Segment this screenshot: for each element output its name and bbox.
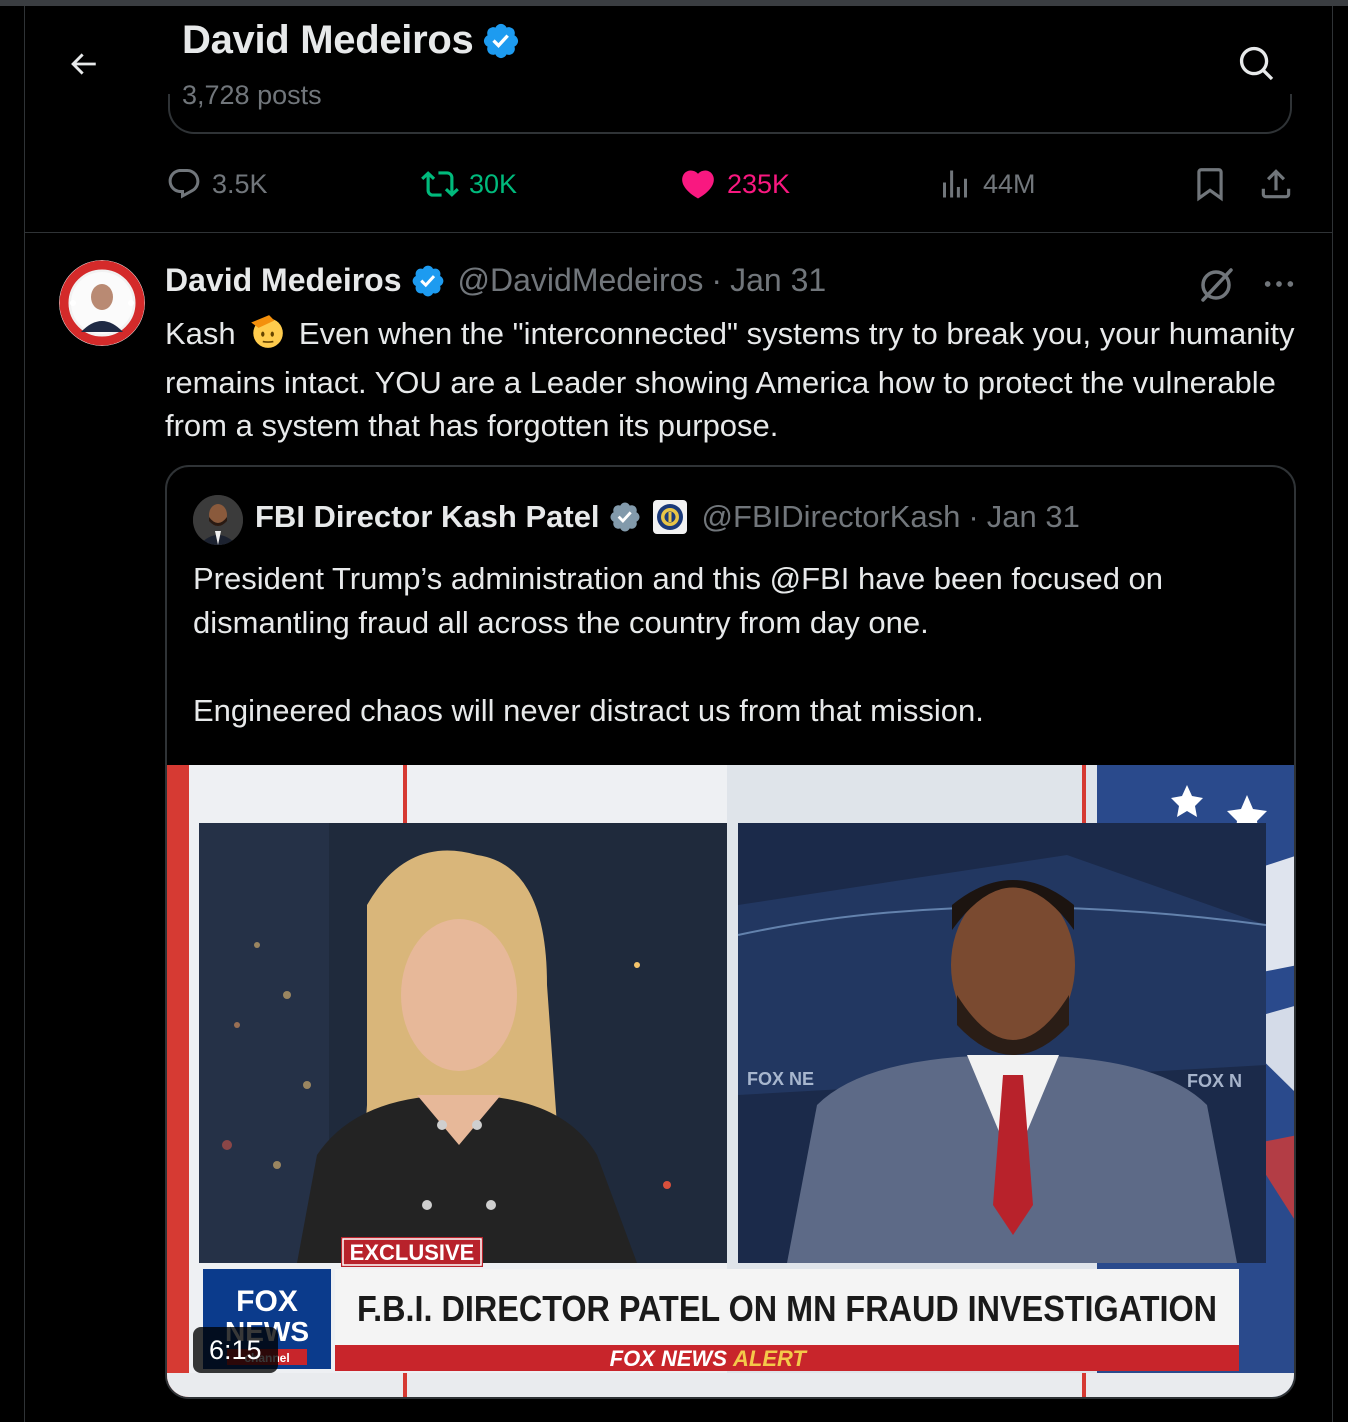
views-icon (943, 170, 967, 198)
quote-tweet[interactable]: FBI Director Kash Patel @FBIDirectorKash… (165, 465, 1296, 1399)
tweet-header: David Medeiros @DavidMedeiros · Jan 31 (165, 262, 826, 299)
repost-count: 30K (469, 168, 518, 199)
search-button[interactable] (1231, 38, 1283, 90)
repost-icon (421, 171, 459, 197)
back-arrow-icon (71, 53, 96, 75)
quote-avatar-image (193, 495, 243, 545)
page-title-text: David Medeiros (182, 18, 474, 62)
video-exclusive-badge: EXCLUSIVE (350, 1240, 475, 1265)
author-handle[interactable]: @DavidMedeiros (458, 262, 704, 299)
previous-card-edge (168, 94, 1292, 134)
heart-icon (682, 170, 714, 199)
verified-badge-icon[interactable] (410, 263, 446, 299)
verified-badge-icon (484, 23, 519, 58)
video-player[interactable]: FOX NE FOX N EXCLUSIVE F.B.I. DIRECTOR P… (167, 765, 1294, 1397)
video-logo-top: FOX (236, 1285, 298, 1318)
quote-text: President Trump’s administration and thi… (193, 557, 1273, 733)
gov-verified-badge-icon[interactable] (608, 500, 642, 534)
author-name[interactable]: David Medeiros (165, 262, 402, 299)
video-ticker-brand: FOX NEWS (610, 1346, 728, 1371)
quote-separator-dot: · (968, 499, 979, 534)
tweet-text-rest: Even when the "interconnected" systems t… (165, 316, 1295, 443)
timeline-column: David Medeiros 3,728 posts 3.5K 30K 235K (24, 6, 1333, 1422)
tweet-text: Kash Even when the "interconnected" syst… (165, 312, 1295, 447)
previous-tweet-actions: 3.5K 30K 235K 44M (25, 156, 1332, 212)
quote-author-name[interactable]: FBI Director Kash Patel (255, 499, 600, 535)
tweet-divider (25, 232, 1332, 233)
video-bug-left: FOX NE (747, 1069, 814, 1089)
page-title: David Medeiros (182, 18, 521, 63)
saluting-face-icon (248, 312, 286, 361)
tweet-date[interactable]: Jan 31 (730, 262, 826, 299)
search-icon (1239, 46, 1274, 81)
quote-avatar[interactable] (193, 495, 243, 545)
video-headline: F.B.I. DIRECTOR PATEL ON MN FRAUD INVEST… (357, 1288, 1217, 1329)
video-thumbnail: FOX NE FOX N EXCLUSIVE F.B.I. DIRECTOR P… (167, 765, 1294, 1397)
quote-header: FBI Director Kash Patel @FBIDirectorKash… (255, 499, 1080, 535)
quote-paragraph-2: Engineered chaos will never distract us … (193, 693, 984, 728)
quote-paragraph-1: President Trump’s administration and thi… (193, 561, 1164, 640)
quote-date[interactable]: Jan 31 (987, 499, 1080, 535)
bookmark-button[interactable] (1191, 156, 1229, 212)
share-icon (1261, 169, 1291, 199)
like-button[interactable]: 235K (679, 156, 790, 212)
video-duration: 6:15 (193, 1327, 278, 1373)
avatar[interactable] (59, 260, 145, 346)
like-count: 235K (727, 168, 791, 199)
more-button[interactable] (1257, 262, 1301, 306)
views-button[interactable]: 44M (937, 156, 1036, 212)
grok-button[interactable] (1195, 262, 1239, 306)
reply-count: 3.5K (212, 168, 268, 199)
separator-dot: · (711, 262, 723, 298)
reply-button[interactable]: 3.5K (166, 156, 268, 212)
reply-icon (168, 169, 200, 199)
quote-author-handle[interactable]: @FBIDirectorKash (702, 499, 961, 535)
video-bug-right: FOX N (1187, 1071, 1242, 1091)
back-button[interactable] (59, 40, 107, 88)
more-icon (1264, 281, 1294, 287)
fbi-seal-icon[interactable] (652, 499, 688, 535)
grok-icon (1201, 268, 1233, 302)
bookmark-icon (1197, 168, 1223, 202)
share-button[interactable] (1257, 156, 1295, 212)
profile-header: David Medeiros 3,728 posts (25, 6, 1332, 134)
tweet-text-lead: Kash (165, 316, 236, 351)
repost-button[interactable]: 30K (421, 156, 517, 212)
views-count: 44M (983, 168, 1036, 199)
video-ticker-alert: ALERT (732, 1346, 807, 1371)
avatar-image (59, 260, 145, 346)
